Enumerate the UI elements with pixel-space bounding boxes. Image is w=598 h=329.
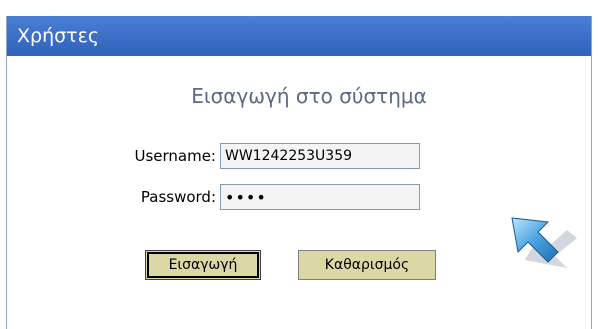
password-label: Password: xyxy=(140,188,216,206)
username-input[interactable] xyxy=(220,143,420,169)
users-panel: Χρήστες xyxy=(6,16,592,329)
clear-button[interactable]: Καθαρισμός xyxy=(298,250,436,280)
login-button[interactable]: Εισαγωγή xyxy=(145,250,261,280)
login-title: Εισαγωγή στο σύστημα xyxy=(191,84,427,108)
arrow-pointer-icon xyxy=(511,217,577,268)
panel-header: Χρήστες xyxy=(7,16,591,56)
username-label: Username: xyxy=(134,147,216,165)
password-input[interactable] xyxy=(220,184,420,210)
